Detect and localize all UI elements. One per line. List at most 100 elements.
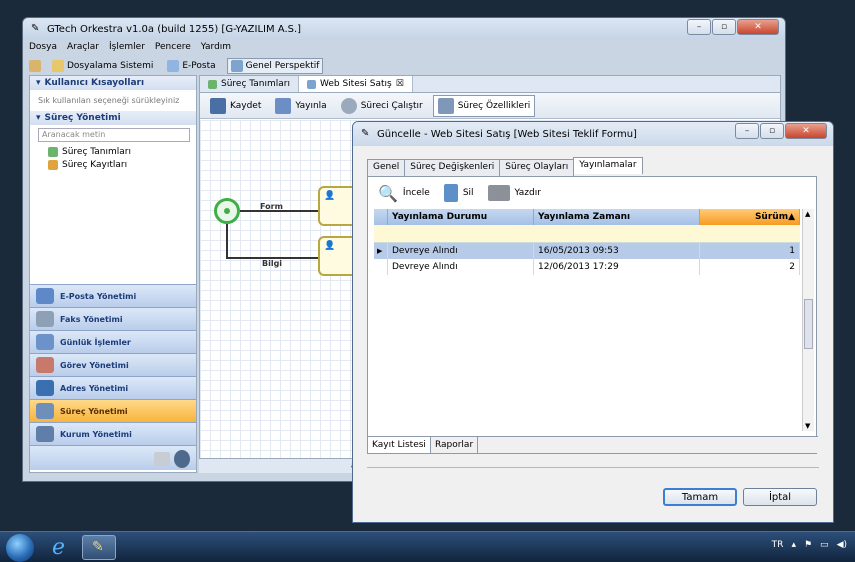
nav-gunluk[interactable]: Günlük İşlemler (30, 330, 196, 353)
flow-label-form: Form (260, 202, 283, 211)
dialog-close-button[interactable]: ✕ (785, 123, 827, 139)
dialog-maximize-button[interactable]: ▫ (760, 123, 784, 139)
kaydet-button[interactable]: Kaydet (206, 96, 265, 116)
dialog-minimize-button[interactable]: – (735, 123, 759, 139)
vertical-scrollbar[interactable]: ▲ ▼ (802, 209, 814, 431)
table-row[interactable]: ▶ Devreye Alındı 16/05/2013 09:53 1 (374, 243, 800, 259)
cell-zaman: 12/06/2013 17:29 (534, 259, 700, 275)
address-book-icon (36, 380, 54, 396)
tab-raporlar[interactable]: Raporlar (431, 437, 479, 453)
nav-list: E-Posta Yönetimi Faks Yönetimi Günlük İş… (30, 284, 196, 470)
sureci-calistir-button[interactable]: Süreci Çalıştır (337, 96, 427, 116)
table-row[interactable]: Devreye Alındı 12/06/2013 17:29 2 (374, 259, 800, 275)
tab-web-sitesi-satis[interactable]: Web Sitesi Satış ☒ (298, 76, 413, 92)
surec-ozellikleri-button[interactable]: Süreç Özellikleri (432, 94, 536, 117)
nav-label: Görev Yönetimi (60, 360, 129, 370)
section-surec-label: Süreç Yönetimi (44, 113, 121, 123)
cell-durum: Devreye Alındı (388, 259, 534, 275)
nav-gorev[interactable]: Görev Yönetimi (30, 353, 196, 376)
tree-item-surec-kayitlari[interactable]: Süreç Kayıtları (48, 158, 196, 171)
properties-icon (437, 97, 454, 114)
nav-kurum[interactable]: Kurum Yönetimi (30, 422, 196, 445)
nav-surec[interactable]: Süreç Yönetimi (30, 399, 196, 422)
nav-adres[interactable]: Adres Yönetimi (30, 376, 196, 399)
scroll-down-icon[interactable]: ▼ (805, 422, 810, 430)
main-titlebar[interactable]: ✎ GTech Orkestra v1.0a (build 1255) [G-Y… (23, 18, 785, 40)
system-tray: TR ▴ ⚑ ▭ ◀) (772, 540, 847, 550)
nav-label: Kurum Yönetimi (60, 429, 132, 439)
genel-perspektif-button[interactable]: Genel Perspektif (226, 58, 324, 74)
start-node[interactable] (214, 198, 240, 224)
main-title: GTech Orkestra v1.0a (build 1255) [G-YAZ… (47, 23, 302, 35)
menu-araclar[interactable]: Araçlar (67, 42, 99, 52)
menubar: Dosya Araçlar İşlemler Pencere Yardım (29, 42, 231, 52)
sil-button[interactable]: Sil (443, 184, 474, 202)
section-surec-yonetimi[interactable]: ▾ Süreç Yönetimi (30, 111, 196, 125)
menu-yardim[interactable]: Yardım (201, 42, 231, 52)
process-def-icon (208, 79, 217, 89)
shortcut-hint: Sık kullanılan seçeneği sürükleyiniz (38, 96, 180, 105)
tamam-button[interactable]: Tamam (663, 488, 737, 506)
tab-yayinlamalar[interactable]: Yayınlamalar (573, 157, 643, 174)
nav-faks[interactable]: Faks Yönetimi (30, 307, 196, 330)
scroll-up-icon[interactable]: ▲ (805, 210, 810, 218)
col-yayinlama-zamani[interactable]: Yayınlama Zamanı (534, 209, 700, 225)
volume-icon[interactable]: ◀) (837, 540, 847, 550)
ie-icon[interactable]: e (46, 535, 80, 560)
show-hidden-icons-icon[interactable]: ▴ (791, 540, 796, 550)
tab-label: Web Sitesi Satış (319, 79, 392, 89)
yazdir-button[interactable]: Yazdır (487, 185, 541, 201)
user-icon[interactable] (174, 450, 190, 468)
section-kisayollar[interactable]: ▾ Kullanıcı Kısayolları (30, 76, 196, 90)
minimize-button[interactable]: – (687, 19, 711, 35)
collapse-icon: ▾ (36, 113, 41, 123)
tab-surec-degiskenleri[interactable]: Süreç Değişkenleri (404, 159, 501, 176)
search-input[interactable]: Aranacak metin (38, 128, 190, 142)
col-surum-label: Sürüm (754, 212, 789, 222)
action-center-flag-icon[interactable]: ⚑ (804, 540, 812, 550)
dialog-titlebar[interactable]: ✎ Güncelle - Web Sitesi Satış [Web Sites… (353, 122, 833, 146)
tab-surec-tanimlari[interactable]: Süreç Tanımları (200, 76, 299, 92)
maximize-button[interactable]: ▫ (712, 19, 736, 35)
scroll-thumb[interactable] (804, 299, 813, 349)
organization-icon (36, 426, 54, 442)
network-icon[interactable]: ▭ (820, 540, 829, 550)
delete-icon (443, 184, 458, 202)
col-yayinlama-durumu[interactable]: Yayınlama Durumu (388, 209, 534, 225)
app-pen-icon: ✎ (31, 23, 40, 34)
menu-pencere[interactable]: Pencere (155, 42, 191, 52)
language-indicator[interactable]: TR (772, 540, 784, 550)
start-button[interactable] (6, 534, 34, 562)
nav-label: Süreç Yönetimi (60, 406, 128, 416)
close-tab-icon[interactable]: ☒ (396, 79, 404, 89)
mail-icon[interactable] (154, 452, 170, 466)
yayinla-button[interactable]: Yayınla (271, 96, 330, 116)
nav-eposta[interactable]: E-Posta Yönetimi (30, 284, 196, 307)
tab-genel[interactable]: Genel (367, 159, 406, 176)
grid-header: Yayınlama Durumu Yayınlama Zamanı Sürüm ▲ (374, 209, 800, 225)
toolbar-grid-icon[interactable] (29, 60, 41, 72)
run-icon (340, 97, 357, 114)
col-surum[interactable]: Sürüm ▲ (700, 209, 800, 225)
dialog-tabs: Genel Süreç Değişkenleri Süreç Olayları … (367, 157, 643, 176)
close-button[interactable]: ✕ (737, 19, 779, 35)
iptal-button[interactable]: İptal (743, 488, 817, 506)
menu-islemler[interactable]: İşlemler (109, 42, 145, 52)
tree-item-surec-tanimlari[interactable]: Süreç Tanımları (48, 145, 196, 158)
filter-row[interactable] (374, 225, 800, 243)
dialog-separator (367, 467, 819, 468)
tab-surec-olaylari[interactable]: Süreç Olayları (499, 159, 575, 176)
incele-button[interactable]: 🔍 İncele (378, 184, 430, 203)
dosyalama-sistemi-button[interactable]: Dosyalama Sistemi (49, 59, 156, 73)
process-icon (36, 403, 54, 419)
orkestra-taskbar-icon[interactable]: ✎ (82, 535, 116, 560)
publish-icon (275, 97, 292, 114)
menu-dosya[interactable]: Dosya (29, 42, 57, 52)
eposta-button[interactable]: E-Posta (164, 59, 218, 73)
fax-icon (36, 311, 54, 327)
calistir-label: Süreci Çalıştır (360, 100, 423, 111)
current-row-icon: ▶ (374, 243, 388, 259)
pen-icon: ✎ (92, 539, 104, 555)
tab-kayit-listesi[interactable]: Kayıt Listesi (368, 437, 431, 453)
nav-label: Adres Yönetimi (60, 383, 129, 393)
